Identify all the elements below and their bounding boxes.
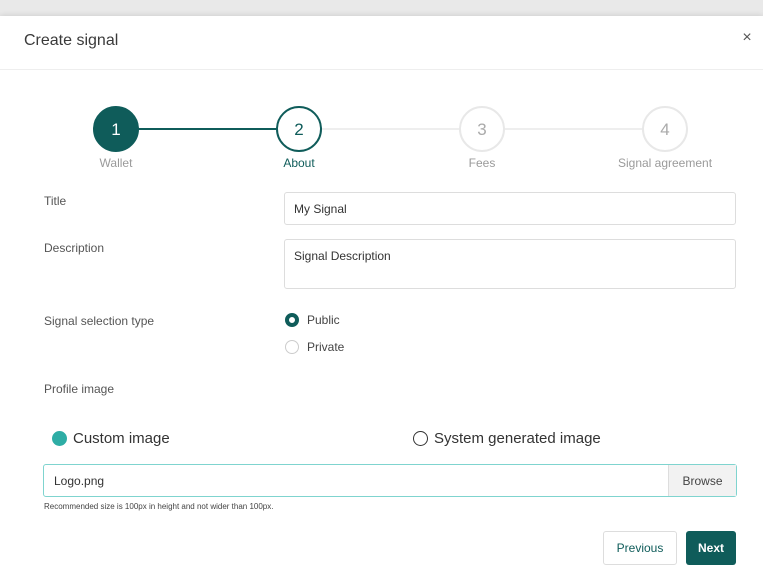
radio-unselected-icon [285, 340, 299, 354]
backdrop [0, 0, 763, 16]
radio-private[interactable]: Private [285, 340, 344, 354]
description-label: Description [44, 241, 105, 255]
radio-custom-image[interactable]: Custom image [52, 430, 170, 447]
step-2-about[interactable]: 2 [276, 106, 322, 152]
radio-custom-image-label: Custom image [73, 430, 170, 447]
radio-selected-icon [285, 313, 299, 327]
step-connector-3-4 [504, 128, 645, 130]
radio-system-generated-image[interactable]: System generated image [413, 430, 601, 447]
radio-public[interactable]: Public [285, 313, 340, 327]
step-1-label: Wallet [99, 156, 133, 170]
step-4-label: Signal agreement [617, 156, 713, 170]
step-4-signal-agreement[interactable]: 4 [642, 106, 688, 152]
stepper: 1 2 3 4 Wallet About Fees Signal agreeme… [0, 86, 763, 176]
next-button[interactable]: Next [686, 531, 736, 565]
file-upload-group: Browse [43, 464, 737, 497]
close-icon[interactable]: × [737, 28, 757, 48]
signal-selection-type-label: Signal selection type [44, 314, 155, 328]
radio-selected-icon [52, 431, 67, 446]
title-label: Title [44, 194, 67, 208]
profile-image-label: Profile image [44, 382, 115, 396]
radio-private-label: Private [307, 340, 345, 354]
create-signal-modal: Create signal × 1 2 3 4 Wallet About Fee… [0, 16, 763, 588]
step-connector-2-3 [321, 128, 462, 130]
file-size-hint: Recommended size is 100px in height and … [44, 502, 274, 511]
step-2-label: About [283, 156, 315, 170]
radio-system-generated-image-label: System generated image [434, 430, 601, 447]
browse-button[interactable]: Browse [668, 465, 736, 496]
step-3-fees[interactable]: 3 [459, 106, 505, 152]
title-input[interactable] [284, 192, 736, 225]
radio-public-label: Public [307, 313, 340, 327]
step-1-wallet[interactable]: 1 [93, 106, 139, 152]
previous-button[interactable]: Previous [603, 531, 677, 565]
modal-title: Create signal [24, 32, 119, 49]
file-name-input[interactable] [44, 465, 668, 496]
radio-unselected-icon [413, 431, 428, 446]
description-textarea[interactable]: Signal Description [284, 239, 736, 289]
step-connector-1-2 [138, 128, 279, 130]
step-3-label: Fees [468, 156, 496, 170]
modal-header: Create signal × [0, 16, 763, 70]
